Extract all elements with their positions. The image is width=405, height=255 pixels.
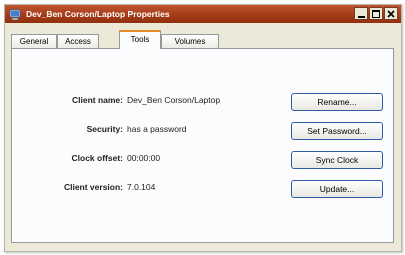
client-name-row: Client name: Dev_Ben Corson/Laptop Renam… xyxy=(12,93,393,111)
maximize-icon xyxy=(372,6,380,21)
tab-tools[interactable]: Tools xyxy=(119,30,161,49)
security-label: Security: xyxy=(86,124,123,134)
tab-general[interactable]: General xyxy=(11,34,57,48)
maximize-button[interactable] xyxy=(369,7,383,20)
clock-offset-label: Clock offset: xyxy=(71,153,123,163)
client-version-label: Client version: xyxy=(63,182,123,192)
client-name-label: Client name: xyxy=(71,95,123,105)
sync-clock-button[interactable]: Sync Clock xyxy=(291,151,383,169)
set-password-button[interactable]: Set Password... xyxy=(291,122,383,140)
clock-offset-value: 00:00:00 xyxy=(127,153,161,163)
title-bar[interactable]: Dev_Ben Corson/Laptop Properties xyxy=(5,5,401,23)
window-title: Dev_Ben Corson/Laptop Properties xyxy=(26,9,170,19)
client-version-row: Client version: 7.0.104 Update... xyxy=(12,180,393,198)
properties-window: Dev_Ben Corson/Laptop Properties General… xyxy=(4,4,402,252)
close-button[interactable] xyxy=(384,7,398,20)
tab-volumes[interactable]: Volumes xyxy=(161,34,219,48)
security-row: Security: has a password Set Password... xyxy=(12,122,393,140)
update-button[interactable]: Update... xyxy=(291,180,383,198)
clock-offset-row: Clock offset: 00:00:00 Sync Clock xyxy=(12,151,393,169)
close-icon xyxy=(387,6,395,21)
client-version-value: 7.0.104 xyxy=(127,182,156,192)
tools-panel: Client name: Dev_Ben Corson/Laptop Renam… xyxy=(11,48,394,243)
tab-access[interactable]: Access xyxy=(57,34,99,48)
minimize-button[interactable] xyxy=(354,7,368,20)
security-value: has a password xyxy=(127,124,187,134)
rename-button[interactable]: Rename... xyxy=(291,93,383,111)
minimize-icon xyxy=(357,6,365,21)
computer-icon xyxy=(9,8,21,21)
client-name-value: Dev_Ben Corson/Laptop xyxy=(127,95,221,105)
